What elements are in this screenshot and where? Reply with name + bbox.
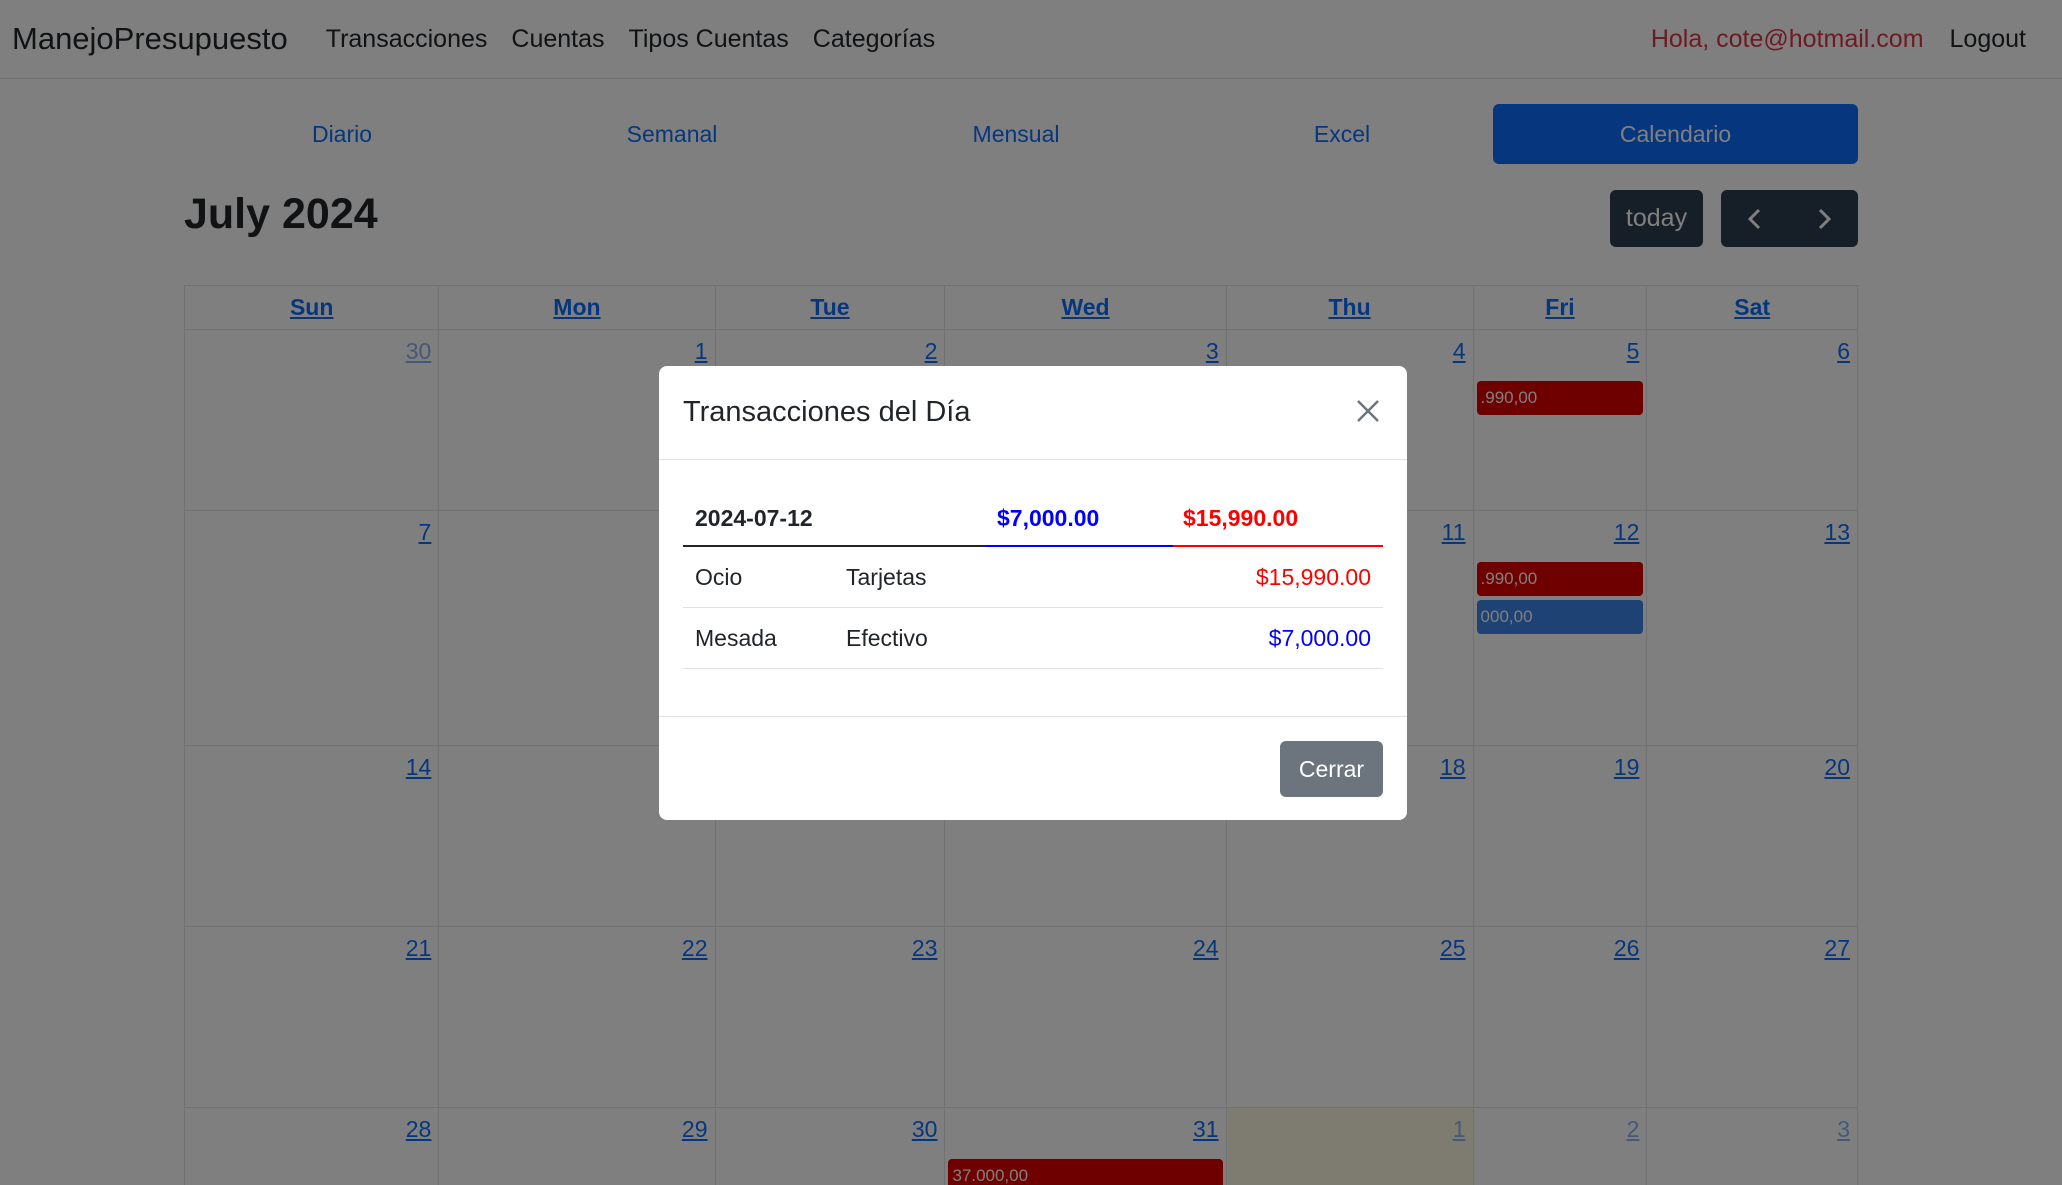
transaction-category: Ocio (695, 564, 743, 590)
transactions-modal: Transacciones del Día 2024-07-12 $7,000.… (659, 366, 1407, 820)
transaction-row: Ocio Tarjetas $15,990.00 (683, 547, 1383, 608)
transaction-category: Mesada (695, 625, 777, 651)
day-summary: 2024-07-12 $7,000.00 $15,990.00 (683, 497, 1383, 547)
summary-date: 2024-07-12 (695, 505, 813, 531)
close-icon[interactable] (1351, 394, 1385, 428)
transaction-amount: $7,000.00 (1268, 625, 1371, 651)
close-button[interactable]: Cerrar (1280, 741, 1383, 797)
transaction-account: Tarjetas (846, 564, 927, 590)
modal-title: Transacciones del Día (683, 396, 971, 428)
modal-header: Transacciones del Día (659, 366, 1407, 460)
transaction-account: Efectivo (846, 625, 928, 651)
transaction-row: Mesada Efectivo $7,000.00 (683, 608, 1383, 669)
summary-expense: $15,990.00 (1183, 505, 1299, 531)
summary-income: $7,000.00 (997, 505, 1100, 531)
modal-footer: Cerrar (659, 716, 1407, 820)
modal-body: 2024-07-12 $7,000.00 $15,990.00 Ocio Tar… (659, 460, 1407, 716)
transaction-amount: $15,990.00 (1255, 564, 1371, 590)
